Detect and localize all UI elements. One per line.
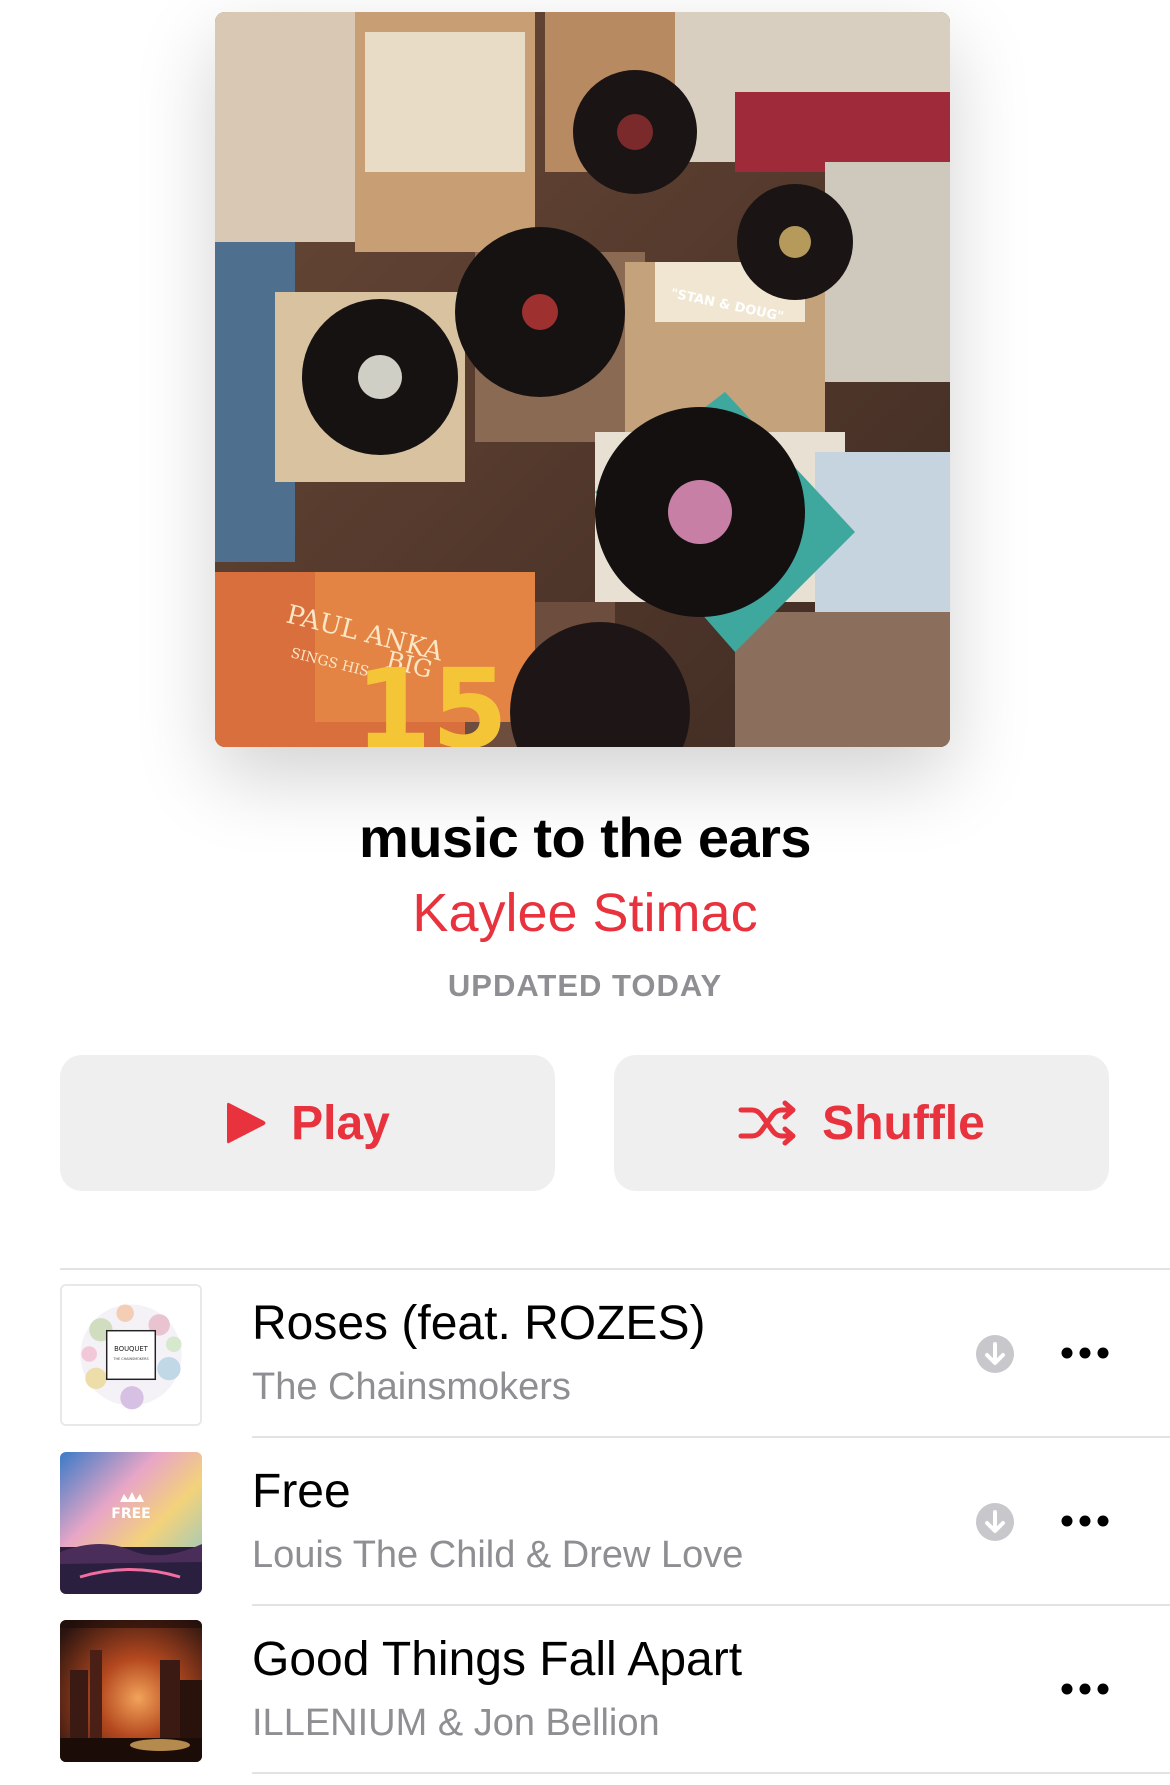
- more-icon: [1061, 1683, 1109, 1695]
- more-icon: [1061, 1515, 1109, 1527]
- more-options-button[interactable]: [1050, 1664, 1120, 1714]
- more-options-button[interactable]: [1050, 1328, 1120, 1378]
- track-row[interactable]: BOUQUET THE CHAINSMOKERS Roses (feat. RO…: [60, 1270, 1170, 1438]
- more-options-button[interactable]: [1050, 1496, 1120, 1546]
- play-icon: [225, 1100, 267, 1146]
- track-title: Free: [252, 1465, 351, 1518]
- download-icon[interactable]: [975, 1334, 1015, 1374]
- track-row[interactable]: Good Things Fall Apart ILLENIUM & Jon Be…: [60, 1606, 1170, 1774]
- track-title: Roses (feat. ROZES): [252, 1297, 706, 1350]
- artwork-text-4: 15: [355, 645, 508, 747]
- playlist-updated-label: UPDATED TODAY: [447, 968, 723, 1003]
- track-artwork: [60, 1620, 202, 1762]
- download-icon[interactable]: [975, 1502, 1015, 1542]
- playlist-curator-link[interactable]: Kaylee Stimac: [0, 882, 1170, 944]
- track-artist: Louis The Child & Drew Love: [252, 1534, 744, 1576]
- shuffle-button[interactable]: Shuffle: [614, 1055, 1109, 1191]
- track-artwork-subtext: THE CHAINSMOKERS: [112, 1357, 148, 1361]
- track-artwork: FREE: [60, 1452, 202, 1594]
- track-artwork-text: BOUQUET: [114, 1345, 148, 1353]
- play-button[interactable]: Play: [60, 1055, 555, 1191]
- track-artwork-text: FREE: [111, 1506, 150, 1522]
- track-row[interactable]: FREE Free Louis The Child & Drew Love: [60, 1438, 1170, 1606]
- shuffle-button-label: Shuffle: [822, 1096, 985, 1150]
- track-artwork: BOUQUET THE CHAINSMOKERS: [60, 1284, 202, 1426]
- row-divider: [252, 1772, 1170, 1774]
- track-title: Good Things Fall Apart: [252, 1633, 743, 1686]
- more-icon: [1061, 1347, 1109, 1359]
- shuffle-icon: [738, 1100, 798, 1146]
- play-button-label: Play: [291, 1096, 390, 1150]
- playlist-title: music to the ears: [358, 806, 812, 869]
- track-artist: ILLENIUM & Jon Bellion: [252, 1702, 660, 1744]
- playlist-artwork: PAUL ANKA SINGS HIS BIG 15 "STAN & DOUG": [215, 12, 950, 747]
- track-artist: The Chainsmokers: [252, 1366, 571, 1408]
